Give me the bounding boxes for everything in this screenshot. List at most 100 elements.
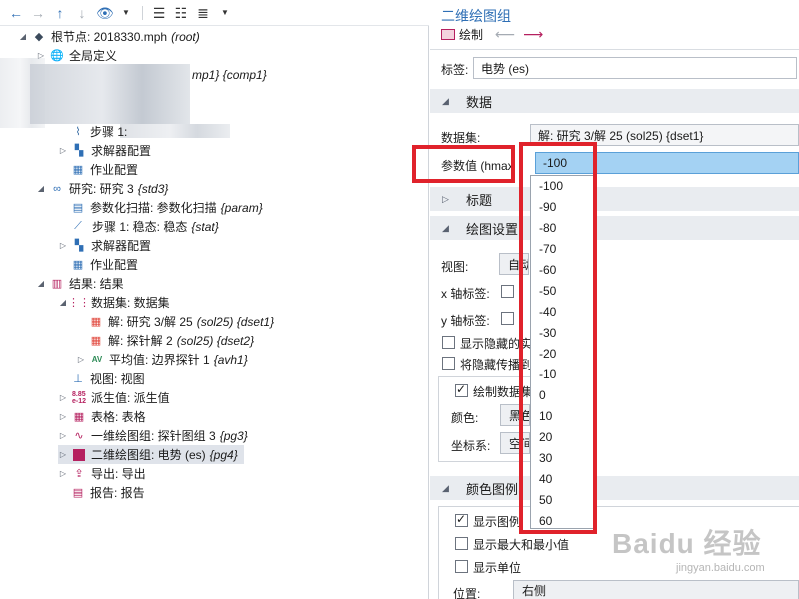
study-icon: ∞ <box>53 182 61 195</box>
stationary-step-icon: ⟋ <box>74 220 82 232</box>
watermark-url: jingyan.baidu.com <box>676 562 765 574</box>
plot-button-label: 绘制 <box>459 27 484 42</box>
arrow-left-icon[interactable]: ← <box>8 5 24 21</box>
tree-tables[interactable]: ▷ ▦ 表格: 表格 <box>58 407 146 426</box>
line-plot-icon: ∿ <box>74 430 84 442</box>
section-data[interactable]: ◢ 数据 <box>430 89 799 113</box>
tree-view-label: 视图: 视图 <box>90 372 145 386</box>
arrow-right-icon[interactable]: → <box>30 5 46 21</box>
menu-icon[interactable]: ≣ <box>195 5 211 21</box>
tree-study3[interactable]: ◢ ∞ 研究: 研究 3 {std3} <box>36 179 168 198</box>
tree-pg4[interactable]: ▷ 二维绘图组: 电势 (es) {pg4} <box>58 445 244 464</box>
tree-datasets[interactable]: ◢ ⋮⋮ 数据集: 数据集 <box>58 293 170 312</box>
tree-step1-stat-label: 步骤 1: 稳态: 稳态 <box>92 220 188 234</box>
blurred-region <box>120 124 230 138</box>
tree-step1[interactable]: ⌇ 步骤 1: <box>70 122 127 141</box>
collapse-arrow-icon[interactable]: ◢ <box>18 32 28 41</box>
plot-dataset-edges-checkbox[interactable] <box>455 382 468 397</box>
show-legend-label: 显示图例 <box>473 515 522 529</box>
show-units-label: 显示单位 <box>473 561 522 575</box>
arrow-forward-icon[interactable]: ⟶ <box>523 26 543 43</box>
position-select[interactable]: 右侧 <box>513 580 799 599</box>
tree-avh1[interactable]: ▷ AV 平均值: 边界探针 1 {avh1} <box>76 350 248 369</box>
propagate-hidden-checkbox[interactable] <box>442 357 455 370</box>
eye-icon[interactable]: 👁 <box>96 5 114 21</box>
tree-report[interactable]: ▤ 报告: 报告 <box>70 483 145 502</box>
label-field[interactable]: 电势 (es) <box>473 57 797 79</box>
plot-button[interactable]: 绘制 ⟵ ⟶ <box>441 26 543 43</box>
tree-results[interactable]: ◢ ▥ 结果: 结果 <box>36 274 124 293</box>
tree-root-tag: (root) <box>171 29 200 44</box>
show-legend-checkbox[interactable] <box>455 512 468 527</box>
tree-export-label: 导出: 导出 <box>91 467 146 481</box>
arrow-up-icon[interactable]: ↑ <box>52 5 68 21</box>
tree-solver-config-1[interactable]: ▷ ▚ 求解器配置 <box>58 141 151 160</box>
tree-avh1-tag: {avh1} <box>213 352 248 367</box>
model-icon: ◆ <box>34 31 44 43</box>
step-chart-icon: ⌇ <box>75 126 81 138</box>
tree-param-sweep[interactable]: ▤ 参数化扫描: 参数化扫描 {param} <box>70 198 263 217</box>
expand-arrow-icon[interactable]: ▷ <box>58 146 68 155</box>
section-collapse-icon: ◢ <box>442 95 449 106</box>
section-color-legend-label: 颜色图例 <box>466 481 519 497</box>
tree-pg3[interactable]: ▷ ∿ 一维绘图组: 探针图组 3 {pg3} <box>58 426 248 445</box>
parametric-sweep-icon: ▤ <box>72 202 84 214</box>
tree-solver-config-2[interactable]: ▷ ▚ 求解器配置 <box>58 236 151 255</box>
section-plot-settings-label: 绘图设置 <box>466 221 519 237</box>
collapse-arrow-icon[interactable]: ◢ <box>36 184 46 193</box>
tree-global-defs[interactable]: ▷ 🌐 全局定义 <box>36 46 117 65</box>
position-label: 位置: <box>453 587 481 599</box>
expand-arrow-icon[interactable]: ▷ <box>58 412 68 421</box>
dropdown-caret-icon[interactable]: ▼ <box>217 5 233 21</box>
tree-root-label: 根节点: 2018330.mph <box>51 30 168 44</box>
highlight-box-dropdown <box>519 142 597 534</box>
collapse-arrow-icon[interactable]: ◢ <box>58 298 68 307</box>
table-icon: ▦ <box>73 411 85 423</box>
show-hidden-checkbox[interactable] <box>442 336 455 349</box>
tree-datasets-label: 数据集: 数据集 <box>91 296 170 310</box>
tree-dset2-tag: (sol25) {dset2} <box>176 333 255 348</box>
dropdown-caret-icon[interactable]: ▼ <box>118 5 134 21</box>
tree-view[interactable]: ⊥ 视图: 视图 <box>70 369 145 388</box>
section-data-label: 数据 <box>466 94 493 110</box>
show-units-checkbox[interactable] <box>455 560 468 573</box>
expand-arrow-icon[interactable]: ▷ <box>58 241 68 250</box>
tree-step1-stat[interactable]: ⟋ 步骤 1: 稳态: 稳态 {stat} <box>70 217 219 236</box>
tree-results-label: 结果: 结果 <box>69 277 124 291</box>
tree-pg4-label: 二维绘图组: 电势 (es) <box>91 448 206 462</box>
section-title[interactable]: ▷ 标题 <box>430 187 799 211</box>
tree-derived-values[interactable]: ▷ 8.85 e-12 派生值: 派生值 <box>58 388 170 407</box>
surface-plot-icon <box>71 448 87 462</box>
arrow-back-icon[interactable]: ⟵ <box>495 26 515 43</box>
watermark-logo: Baidu 经验 <box>612 528 762 559</box>
label-field-label: 标签: <box>441 63 469 77</box>
show-maxmin-checkbox[interactable] <box>455 537 468 550</box>
expand-tree-icon[interactable]: ☰ <box>151 5 167 21</box>
coord-label: 坐标系: <box>451 439 491 453</box>
derived-values-icon: 8.85 e-12 <box>71 390 86 405</box>
tree-job-config-2[interactable]: ▦ 作业配置 <box>70 255 138 274</box>
tree-export[interactable]: ▷ ⇪ 导出: 导出 <box>58 464 146 483</box>
expand-arrow-icon[interactable]: ▷ <box>58 469 68 478</box>
expand-arrow-icon[interactable]: ▷ <box>58 393 68 402</box>
export-icon: ⇪ <box>74 468 84 480</box>
tree-root[interactable]: ◢ ◆ 根节点: 2018330.mph (root) <box>18 27 200 46</box>
section-color-legend[interactable]: ◢ 颜色图例 <box>430 476 799 500</box>
collapse-tree-icon[interactable]: ☷ <box>173 5 189 21</box>
section-plot-settings[interactable]: ◢ 绘图设置 <box>430 216 799 240</box>
section-expand-icon: ▷ <box>442 193 449 204</box>
tree-dset2[interactable]: ▦ 解: 探针解 2 (sol25) {dset2} <box>88 331 254 350</box>
tree-solver-config-2-label: 求解器配置 <box>91 239 152 253</box>
collapse-arrow-icon[interactable]: ◢ <box>36 279 46 288</box>
tree-job-config-1[interactable]: ▦ 作业配置 <box>70 160 138 179</box>
expand-arrow-icon[interactable]: ▷ <box>76 355 86 364</box>
toolbar-divider <box>142 5 143 20</box>
yaxis-checkbox[interactable] <box>501 312 514 325</box>
tree-dset1[interactable]: ▦ 解: 研究 3/解 25 (sol25) {dset1} <box>88 312 274 331</box>
tree-toolbar: ← → ↑ ↓ 👁 ▼ ☰ ☷ ≣ ▼ <box>0 0 429 26</box>
expand-arrow-icon[interactable]: ▷ <box>58 450 68 459</box>
expand-arrow-icon[interactable]: ▷ <box>58 431 68 440</box>
tree-report-label: 报告: 报告 <box>90 486 145 500</box>
arrow-down-icon[interactable]: ↓ <box>74 5 90 21</box>
xaxis-checkbox[interactable] <box>501 285 514 298</box>
